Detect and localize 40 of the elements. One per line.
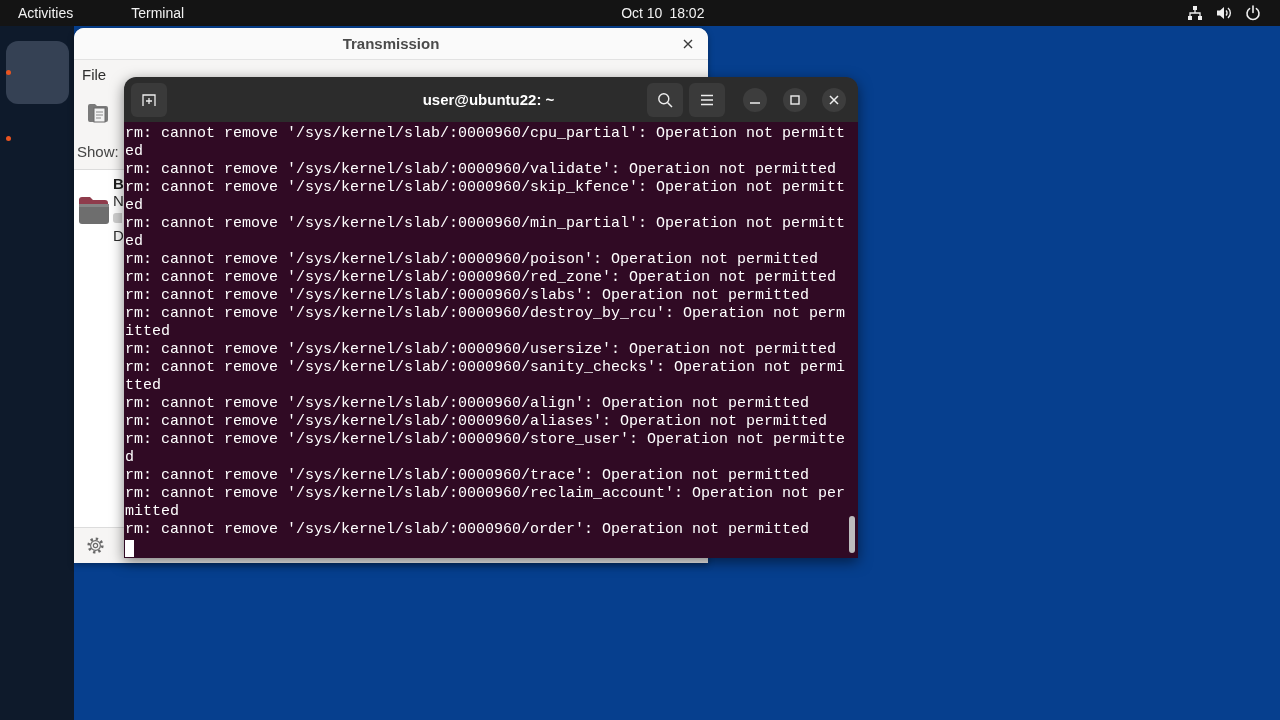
scrollbar-thumb[interactable] xyxy=(849,516,855,553)
terminal-output-line: rm: cannot remove '/sys/kernel/slab/:0000960/align': Operation not permitted xyxy=(125,395,811,413)
search-icon xyxy=(657,91,673,108)
gear-icon[interactable] xyxy=(87,537,104,554)
running-indicator-icon xyxy=(6,70,11,75)
terminal-output-line: rm: cannot remove '/sys/kernel/slab/:0000960/aliases': Operation not permitted xyxy=(125,413,829,431)
clock-button[interactable]: Oct 10 18:02 xyxy=(621,4,705,22)
terminal-output-line: rm: cannot remove '/sys/kernel/slab/:0000960/trace': Operation not permitted xyxy=(125,467,811,485)
close-icon xyxy=(829,94,839,105)
new-tab-button[interactable] xyxy=(131,82,167,117)
minimize-icon xyxy=(750,101,760,104)
search-button[interactable] xyxy=(647,82,683,117)
new-tab-icon xyxy=(141,91,157,108)
menu-button[interactable] xyxy=(689,82,725,117)
running-indicator-icon xyxy=(6,136,11,141)
progress-bar-track xyxy=(113,213,122,223)
folder-icon xyxy=(78,194,109,225)
menu-item[interactable]: File xyxy=(82,65,107,84)
terminal-output-line: rm: cannot remove '/sys/kernel/slab/:0000960/usersize': Operation not permitted xyxy=(125,341,838,359)
window-title: user@ubuntu22: ~ xyxy=(422,90,555,109)
close-icon[interactable] xyxy=(683,38,693,49)
maximize-icon xyxy=(790,94,800,105)
app-menu[interactable]: Terminal xyxy=(131,4,185,22)
activities-button[interactable]: Activities xyxy=(18,4,74,22)
network-icon[interactable] xyxy=(1187,5,1203,21)
torrent-info-text: D xyxy=(113,227,124,244)
terminal-output-line: rm: cannot remove '/sys/kernel/slab/:0000960/red_zone': Operation not permitted xyxy=(125,269,838,287)
volume-icon[interactable] xyxy=(1216,5,1232,21)
power-icon[interactable] xyxy=(1245,5,1261,21)
torrent-info-text: N xyxy=(113,192,124,209)
close-button[interactable] xyxy=(822,87,846,112)
window-title: Transmission xyxy=(342,34,440,53)
maximize-button[interactable] xyxy=(783,87,807,112)
filter-label: Show: xyxy=(77,142,119,161)
terminal-output-line: rm: cannot remove '/sys/kernel/slab/:0000960/poison': Operation not permitted xyxy=(125,251,820,269)
torrent-name: B xyxy=(113,175,124,192)
minimize-button[interactable] xyxy=(743,87,767,112)
terminal-output-line: rm: cannot remove '/sys/kernel/slab/:0000960/validate': Operation not permitted xyxy=(125,161,838,179)
terminal-output-line: rm: cannot remove '/sys/kernel/slab/:0000960/slabs': Operation not permitted xyxy=(125,287,811,305)
terminal-output-line: rm: cannot remove '/sys/kernel/slab/:0000960/order': Operation not permitted xyxy=(125,521,811,539)
